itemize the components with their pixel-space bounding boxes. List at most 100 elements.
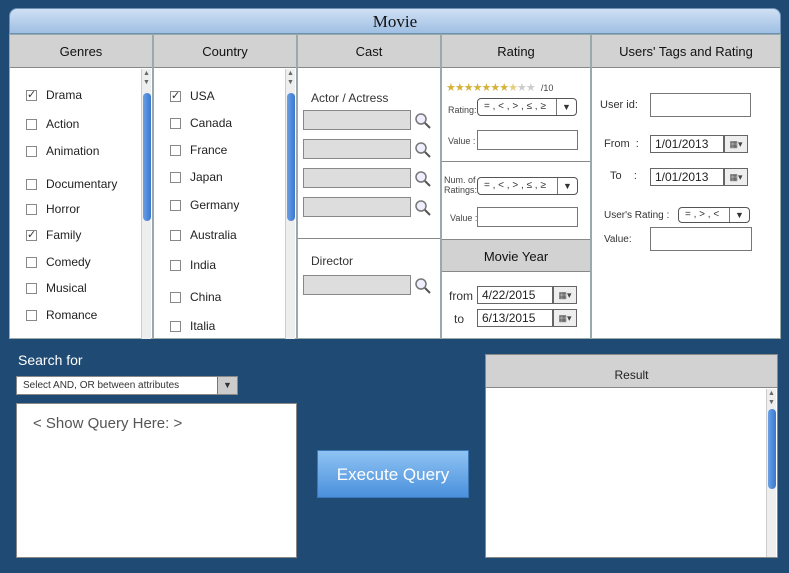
scroll-down-icon[interactable]: ▼ <box>287 79 294 86</box>
checkbox[interactable] <box>170 144 181 156</box>
genres-item[interactable]: Documentary <box>26 177 117 191</box>
genres-item[interactable]: Horror <box>26 202 80 216</box>
scroll-up-icon[interactable]: ▲ <box>143 70 150 77</box>
actor-input-4[interactable] <box>303 197 411 217</box>
star-icon[interactable]: ★ <box>508 82 518 94</box>
rating-operator-select[interactable]: = , < , > , ≤ , ≥ ▼ <box>477 98 577 116</box>
star-icon[interactable]: ★ <box>473 82 483 94</box>
checkbox-label: Documentary <box>46 177 118 191</box>
country-item[interactable]: Germany <box>170 198 239 212</box>
checkbox[interactable] <box>26 203 37 215</box>
year-to-label: to <box>454 312 465 326</box>
rating-scale-label: /10 <box>540 83 554 93</box>
genres-item[interactable]: Animation <box>26 144 99 158</box>
execute-query-button[interactable]: Execute Query <box>317 450 469 498</box>
genres-item[interactable]: Action <box>26 117 79 131</box>
chevron-down-icon[interactable]: ▼ <box>557 178 577 194</box>
search-icon[interactable] <box>414 112 432 130</box>
checkbox[interactable] <box>26 282 37 294</box>
checkbox[interactable]: ✓ <box>26 89 37 101</box>
genres-item[interactable]: Musical <box>26 281 87 295</box>
num-ratings-value-label: Value : <box>450 213 478 223</box>
search-icon[interactable] <box>414 199 432 217</box>
country-item[interactable]: India <box>170 258 216 272</box>
search-for-label: Search for <box>18 352 83 368</box>
chevron-down-icon[interactable]: ▼ <box>729 208 749 222</box>
star-icon[interactable]: ★ <box>455 82 465 94</box>
user-rating-operator-select[interactable]: = , > , < ▼ <box>678 207 750 223</box>
country-item[interactable]: ✓ USA <box>170 89 215 103</box>
star-icon[interactable]: ★ <box>490 82 500 94</box>
users-to-input[interactable]: 1/01/2013 <box>650 168 724 186</box>
num-ratings-operator-select[interactable]: = , < , > , ≤ , ≥ ▼ <box>477 177 578 195</box>
genres-scroll-thumb[interactable] <box>143 93 151 221</box>
star-icon[interactable]: ★ <box>499 82 509 94</box>
country-item[interactable]: Italia <box>170 319 215 333</box>
checkbox[interactable] <box>170 259 181 271</box>
star-icon[interactable]: ★ <box>526 82 536 94</box>
country-item[interactable]: China <box>170 290 221 304</box>
actor-input-2[interactable] <box>303 139 411 159</box>
query-textarea[interactable]: < Show Query Here: > <box>16 403 297 558</box>
genres-item[interactable]: Romance <box>26 308 97 322</box>
checkbox[interactable] <box>170 320 181 332</box>
scroll-up-icon[interactable]: ▲ <box>768 390 775 397</box>
star-icon[interactable]: ★ <box>446 82 456 94</box>
checkbox[interactable] <box>170 171 181 183</box>
country-item[interactable]: Japan <box>170 170 223 184</box>
year-to-input[interactable]: 6/13/2015 <box>477 309 553 327</box>
scroll-down-icon[interactable]: ▼ <box>768 399 775 406</box>
star-icon[interactable]: ★ <box>464 82 474 94</box>
checkbox[interactable] <box>170 291 181 303</box>
checkbox[interactable] <box>26 145 37 157</box>
actor-input-3[interactable] <box>303 168 411 188</box>
checkbox[interactable]: ✓ <box>170 90 181 102</box>
num-ratings-value-input[interactable] <box>477 207 578 227</box>
users-header: Users' Tags and Rating <box>592 35 780 68</box>
search-icon[interactable] <box>414 141 432 159</box>
checkbox[interactable] <box>26 178 37 190</box>
genres-item[interactable]: ✓ Family <box>26 228 81 242</box>
chevron-down-icon[interactable]: ▼ <box>217 377 237 394</box>
star-icon[interactable]: ★ <box>517 82 527 94</box>
country-item[interactable]: Canada <box>170 116 232 130</box>
country-scrollbar[interactable]: ▲ ▼ <box>285 69 295 339</box>
checkbox-label: Canada <box>190 116 233 130</box>
search-icon[interactable] <box>414 170 432 188</box>
genres-scrollbar[interactable]: ▲ ▼ <box>141 69 151 339</box>
cast-header: Cast <box>298 35 440 68</box>
calendar-icon[interactable]: ▦▾ <box>724 168 748 186</box>
country-item[interactable]: France <box>170 143 227 157</box>
genres-item[interactable]: ✓ Drama <box>26 88 82 102</box>
checkbox[interactable] <box>170 229 181 241</box>
country-scroll-thumb[interactable] <box>287 93 295 221</box>
country-panel: Country ✓ USA Canada France Japan Germany Aust… <box>153 34 297 339</box>
calendar-icon[interactable]: ▦▾ <box>553 286 577 304</box>
checkbox[interactable] <box>170 117 181 129</box>
year-from-input[interactable]: 4/22/2015 <box>477 286 553 304</box>
checkbox[interactable]: ✓ <box>26 229 37 241</box>
director-input[interactable] <box>303 275 411 295</box>
checkbox[interactable] <box>26 256 37 268</box>
star-rating[interactable]: ★★★★★★★★★★ /10 <box>446 81 553 94</box>
result-scroll-thumb[interactable] <box>768 409 776 489</box>
chevron-down-icon[interactable]: ▼ <box>556 99 576 115</box>
search-icon[interactable] <box>414 277 432 295</box>
users-from-input[interactable]: 1/01/2013 <box>650 135 724 153</box>
scroll-up-icon[interactable]: ▲ <box>287 70 294 77</box>
user-id-input[interactable] <box>650 93 751 117</box>
scroll-down-icon[interactable]: ▼ <box>143 79 150 86</box>
users-value-input[interactable] <box>650 227 752 251</box>
checkbox[interactable] <box>26 118 37 130</box>
genres-item[interactable]: Comedy <box>26 255 91 269</box>
calendar-icon[interactable]: ▦▾ <box>553 309 577 327</box>
result-scrollbar[interactable]: ▲ ▼ <box>766 389 776 557</box>
country-item[interactable]: Australia <box>170 228 237 242</box>
stars-row[interactable]: ★★★★★★★★★★ <box>446 82 536 94</box>
checkbox[interactable] <box>26 309 37 321</box>
search-operator-select[interactable]: Select AND, OR between attributes ▼ <box>16 376 238 395</box>
checkbox[interactable] <box>170 199 181 211</box>
actor-input-1[interactable] <box>303 110 411 130</box>
rating-value-input[interactable] <box>477 130 578 150</box>
calendar-icon[interactable]: ▦▾ <box>724 135 748 153</box>
